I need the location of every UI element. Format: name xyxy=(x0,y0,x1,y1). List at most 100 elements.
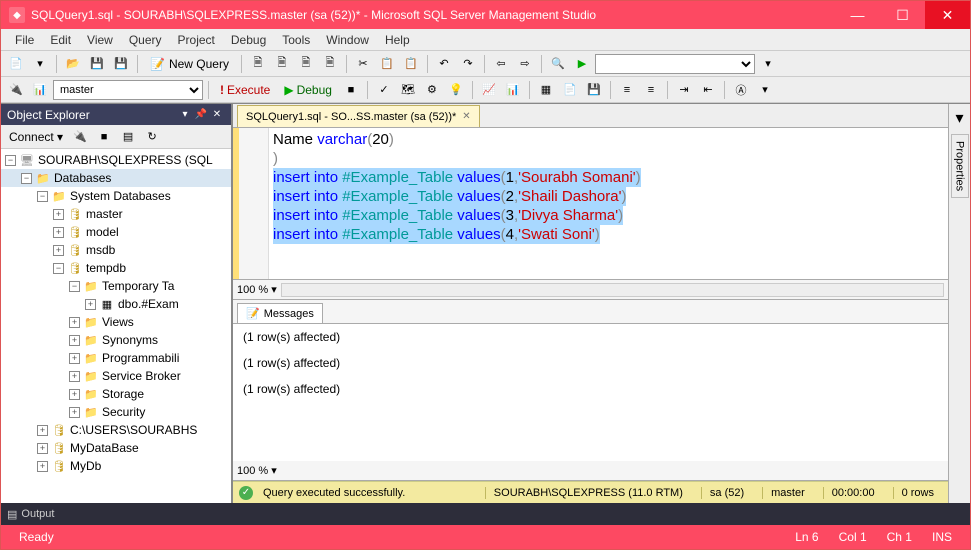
save-all-icon[interactable]: 💾 xyxy=(110,53,132,75)
dropdown-right-icon[interactable]: ▾ xyxy=(955,108,963,128)
de-query-icon[interactable]: 🗎 xyxy=(247,53,269,75)
stop-connect-icon[interactable]: ■ xyxy=(93,126,115,148)
include-plan-icon[interactable]: 📈 xyxy=(478,79,500,101)
sql-editor[interactable]: Name varchar(20) ) insert into #Example_… xyxy=(233,128,948,280)
toolbar-overflow-icon[interactable]: ▾ xyxy=(757,53,779,75)
tree-temporary-tables[interactable]: −📁Temporary Ta xyxy=(1,277,231,295)
debug-label: Debug xyxy=(297,83,332,97)
include-stats-icon[interactable]: 📊 xyxy=(502,79,524,101)
panel-dropdown-icon[interactable]: ▾ xyxy=(177,109,193,120)
object-explorer-panel: Object Explorer ▾ 📌 ✕ Connect ▾ 🔌 ■ ▤ ↻ … xyxy=(1,104,233,503)
tree-mydatabase[interactable]: +🛢MyDataBase xyxy=(1,439,231,457)
tree-users-path[interactable]: +🛢C:\USERS\SOURABHS xyxy=(1,421,231,439)
tree-storage[interactable]: +📁Storage xyxy=(1,385,231,403)
properties-tab[interactable]: Properties xyxy=(951,134,969,198)
output-panel-tab[interactable]: ▤ Output xyxy=(1,503,970,525)
new-project-icon[interactable]: 📄 xyxy=(5,53,27,75)
close-button[interactable]: ✕ xyxy=(925,1,970,29)
tree-views[interactable]: +📁Views xyxy=(1,313,231,331)
code-area[interactable]: Name varchar(20) ) insert into #Example_… xyxy=(269,128,948,279)
filter-icon[interactable]: ▤ xyxy=(117,126,139,148)
refresh-icon[interactable]: ↻ xyxy=(141,126,163,148)
maximize-button[interactable]: ☐ xyxy=(880,1,925,29)
nav-back-icon[interactable]: ⇦ xyxy=(490,53,512,75)
tree-temp-table[interactable]: +▦dbo.#Exam xyxy=(1,295,231,313)
tree-db-tempdb[interactable]: −🛢tempdb xyxy=(1,259,231,277)
menu-tools[interactable]: Tools xyxy=(274,31,318,49)
start-icon[interactable]: ▶ xyxy=(571,53,593,75)
messages-pane[interactable]: (1 row(s) affected) (1 row(s) affected) … xyxy=(233,324,948,461)
uncomment-icon[interactable]: ≡ xyxy=(640,79,662,101)
menu-help[interactable]: Help xyxy=(377,31,418,49)
new-query-button[interactable]: 📝 New Query xyxy=(143,53,236,75)
debug-button[interactable]: ▶ Debug xyxy=(278,83,338,97)
tree-programmability[interactable]: +📁Programmabili xyxy=(1,349,231,367)
copy-icon[interactable]: 📋 xyxy=(376,53,398,75)
menu-window[interactable]: Window xyxy=(318,31,377,49)
redo-icon[interactable]: ↷ xyxy=(457,53,479,75)
mdx-query-icon[interactable]: 🗎 xyxy=(295,53,317,75)
tree-security[interactable]: +📁Security xyxy=(1,403,231,421)
change-connection-icon[interactable]: 🔌 xyxy=(5,79,27,101)
tree-db-msdb[interactable]: +🛢msdb xyxy=(1,241,231,259)
tab-close-icon[interactable]: ✕ xyxy=(462,111,470,122)
tree-db-model[interactable]: +🛢model xyxy=(1,223,231,241)
comment-icon[interactable]: ≡ xyxy=(616,79,638,101)
message-line: (1 row(s) affected) xyxy=(243,356,938,370)
panel-close-icon[interactable]: ✕ xyxy=(209,109,225,120)
open-icon[interactable]: 📂 xyxy=(62,53,84,75)
message-line: (1 row(s) affected) xyxy=(243,330,938,344)
save-icon[interactable]: 💾 xyxy=(86,53,108,75)
zoom-combo[interactable]: 100 % ▾ xyxy=(237,283,277,296)
messages-tab[interactable]: 📝 Messages xyxy=(237,303,323,323)
tree-service-broker[interactable]: +📁Service Broker xyxy=(1,367,231,385)
horizontal-scrollbar[interactable] xyxy=(281,283,944,297)
connect-button[interactable]: Connect ▾ xyxy=(5,130,67,144)
undo-icon[interactable]: ↶ xyxy=(433,53,455,75)
status-ln: Ln 6 xyxy=(785,530,828,544)
disconnect-icon[interactable]: 🔌 xyxy=(69,126,91,148)
menu-view[interactable]: View xyxy=(79,31,121,49)
stop-icon[interactable]: ■ xyxy=(340,79,362,101)
menu-project[interactable]: Project xyxy=(170,31,223,49)
tree-db-master[interactable]: +🛢master xyxy=(1,205,231,223)
pin-icon[interactable]: 📌 xyxy=(193,109,209,120)
find-icon[interactable]: 🔍 xyxy=(547,53,569,75)
results-file-icon[interactable]: 💾 xyxy=(583,79,605,101)
analysis-query-icon[interactable]: 🗎 xyxy=(271,53,293,75)
menu-query[interactable]: Query xyxy=(121,31,170,49)
results-text-icon[interactable]: 📄 xyxy=(559,79,581,101)
xmla-query-icon[interactable]: 🗎 xyxy=(319,53,341,75)
parse-icon[interactable]: ✓ xyxy=(373,79,395,101)
indent-icon[interactable]: ⇥ xyxy=(673,79,695,101)
new-query-label: New Query xyxy=(169,57,229,71)
menu-debug[interactable]: Debug xyxy=(223,31,274,49)
intellisense-icon[interactable]: 💡 xyxy=(445,79,467,101)
specify-values-icon[interactable]: Ⓐ xyxy=(730,79,752,101)
execute-button[interactable]: ! Execute xyxy=(214,83,276,97)
object-explorer-tree[interactable]: −🖥SOURABH\SQLEXPRESS (SQL −📁Databases −📁… xyxy=(1,149,231,503)
tree-server[interactable]: −🖥SOURABH\SQLEXPRESS (SQL xyxy=(1,151,231,169)
msg-zoom-combo[interactable]: 100 % ▾ xyxy=(237,464,277,477)
minimize-button[interactable]: — xyxy=(835,1,880,29)
document-tab[interactable]: SQLQuery1.sql - SO...SS.master (sa (52))… xyxy=(237,105,480,127)
tree-databases[interactable]: −📁Databases xyxy=(1,169,231,187)
database-combo[interactable]: master xyxy=(53,80,203,100)
tree-synonyms[interactable]: +📁Synonyms xyxy=(1,331,231,349)
query-options-icon[interactable]: ⚙ xyxy=(421,79,443,101)
tree-system-databases[interactable]: −📁System Databases xyxy=(1,187,231,205)
menu-file[interactable]: File xyxy=(7,31,42,49)
estimated-plan-icon[interactable]: 🗺 xyxy=(397,79,419,101)
cut-icon[interactable]: ✂ xyxy=(352,53,374,75)
exec-status-text: Query executed successfully. xyxy=(263,487,405,499)
outdent-icon[interactable]: ⇤ xyxy=(697,79,719,101)
available-db-icon[interactable]: 📊 xyxy=(29,79,51,101)
results-grid-icon[interactable]: ▦ xyxy=(535,79,557,101)
dropdown-icon[interactable]: ▾ xyxy=(29,53,51,75)
nav-fwd-icon[interactable]: ⇨ xyxy=(514,53,536,75)
solution-config-combo[interactable] xyxy=(595,54,755,74)
tree-mydb[interactable]: +🛢MyDb xyxy=(1,457,231,475)
menu-edit[interactable]: Edit xyxy=(42,31,79,49)
toolbar2-overflow-icon[interactable]: ▾ xyxy=(754,79,776,101)
paste-icon[interactable]: 📋 xyxy=(400,53,422,75)
